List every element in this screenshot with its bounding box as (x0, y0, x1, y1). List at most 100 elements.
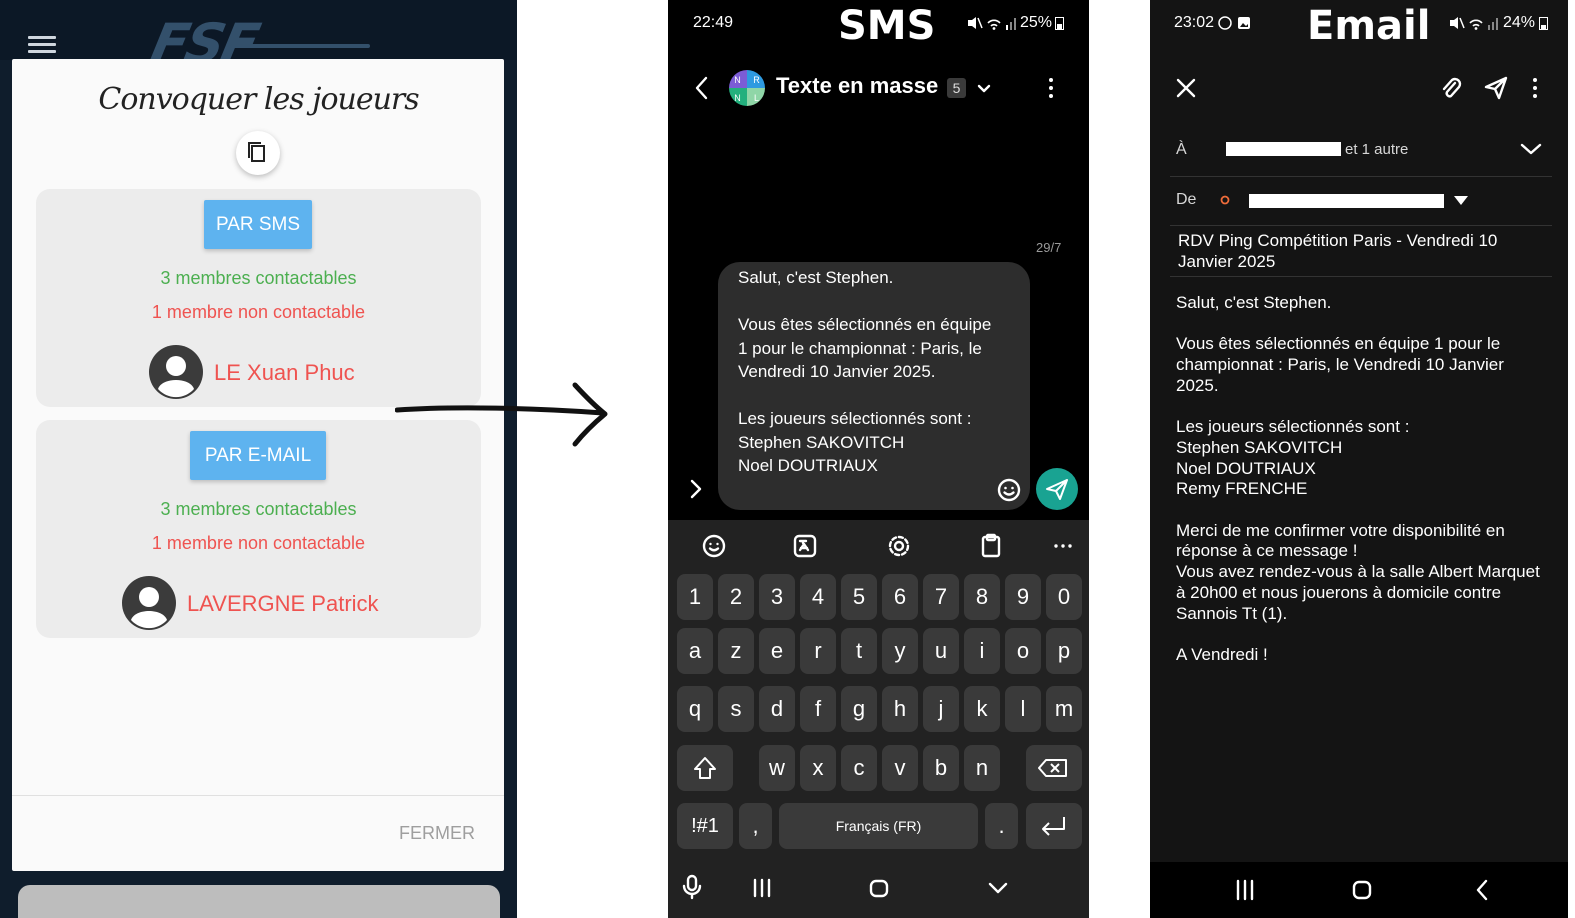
sms-panel: 22:49 SMS 25% N R N L Texte en masse 5 2… (668, 0, 1089, 918)
send-icon (1046, 479, 1068, 500)
key-f[interactable]: f (800, 686, 836, 732)
key-o[interactable]: o (1005, 628, 1041, 674)
key-t[interactable]: t (841, 628, 877, 674)
svg-text:N: N (734, 75, 741, 85)
emoji-icon[interactable] (997, 478, 1021, 502)
divider (1170, 176, 1552, 177)
sms-contactable-count: 3 membres contactables (160, 268, 357, 288)
comma-key[interactable]: , (739, 803, 772, 849)
microphone-icon[interactable] (680, 870, 704, 906)
logo-plane-decoration (230, 44, 370, 48)
key-m[interactable]: m (1046, 686, 1082, 732)
group-avatar: N R N L (729, 70, 765, 106)
backspace-icon (1038, 759, 1067, 777)
more-options-icon[interactable] (1043, 76, 1059, 100)
close-icon[interactable] (1174, 76, 1198, 100)
key-p[interactable]: p (1046, 628, 1082, 674)
key-k[interactable]: k (964, 686, 1000, 732)
expand-icon[interactable] (688, 478, 704, 500)
key-1[interactable]: 1 (677, 574, 713, 620)
send-button[interactable] (1036, 468, 1078, 510)
key-g[interactable]: g (841, 686, 877, 732)
key-j[interactable]: j (923, 686, 959, 732)
email-subject[interactable]: RDV Ping Compétition Paris - Vendredi 10… (1178, 230, 1538, 272)
email-button[interactable]: PAR E-MAIL (190, 431, 326, 480)
more-keyboard-options-icon[interactable] (1047, 530, 1079, 562)
key-y[interactable]: y (882, 628, 918, 674)
key-u[interactable]: u (923, 628, 959, 674)
attachment-icon[interactable] (1439, 75, 1463, 101)
divider (1170, 276, 1552, 277)
clipboard-icon[interactable] (975, 530, 1007, 562)
shift-key[interactable] (677, 745, 733, 791)
back-icon[interactable] (692, 75, 712, 101)
key-8[interactable]: 8 (964, 574, 1000, 620)
key-2[interactable]: 2 (718, 574, 754, 620)
key-7[interactable]: 7 (923, 574, 959, 620)
background-card (18, 885, 500, 918)
key-w[interactable]: w (759, 745, 795, 791)
period-key[interactable]: . (985, 803, 1018, 849)
key-i[interactable]: i (964, 628, 1000, 674)
status-time: 22:49 (693, 14, 734, 31)
key-l[interactable]: l (1005, 686, 1041, 732)
key-3[interactable]: 3 (759, 574, 795, 620)
sms-non-contactable-member: LE Xuan Phuc (214, 360, 355, 385)
to-extra-recipients[interactable]: et 1 autre (1345, 141, 1408, 158)
dialog-divider (12, 795, 504, 796)
key-z[interactable]: z (718, 628, 754, 674)
key-a[interactable]: a (677, 628, 713, 674)
hide-keyboard-icon[interactable] (986, 870, 1010, 906)
key-h[interactable]: h (882, 686, 918, 732)
enter-key[interactable] (1026, 803, 1082, 849)
chevron-down-icon[interactable] (1519, 140, 1543, 158)
translate-icon[interactable] (789, 530, 821, 562)
key-e[interactable]: e (759, 628, 795, 674)
key-d[interactable]: d (759, 686, 795, 732)
recent-apps-icon[interactable] (1233, 875, 1257, 905)
enter-icon (1042, 817, 1065, 836)
key-6[interactable]: 6 (882, 574, 918, 620)
settings-gear-icon[interactable] (883, 530, 915, 562)
dropdown-arrow-icon[interactable] (1452, 193, 1470, 207)
key-s[interactable]: s (718, 686, 754, 732)
conversation-title[interactable]: Texte en masse (776, 73, 938, 99)
status-icons (1450, 17, 1498, 30)
back-icon[interactable] (1472, 875, 1492, 905)
sms-button[interactable]: PAR SMS (204, 200, 312, 249)
home-icon[interactable] (868, 870, 892, 906)
key-v[interactable]: v (882, 745, 918, 791)
key-4[interactable]: 4 (800, 574, 836, 620)
recent-apps-icon[interactable] (750, 870, 774, 906)
keyboard-emoji-icon[interactable] (698, 530, 730, 562)
email-non-contactable-member: LAVERGNE Patrick (187, 591, 379, 616)
key-n[interactable]: n (964, 745, 1000, 791)
key-c[interactable]: c (841, 745, 877, 791)
symbols-key[interactable]: !#1 (677, 803, 733, 849)
key-0[interactable]: 0 (1046, 574, 1082, 620)
close-button[interactable]: FERMER (399, 823, 475, 844)
email-panel: 23:02 Email 24% À et 1 autre De RDV Ping… (1150, 0, 1568, 918)
key-q[interactable]: q (677, 686, 713, 732)
key-r[interactable]: r (800, 628, 836, 674)
to-label: À (1176, 141, 1187, 158)
menu-icon[interactable] (28, 36, 56, 54)
shift-icon (694, 757, 716, 779)
arrow-icon (395, 382, 608, 447)
chevron-down-icon[interactable] (976, 80, 992, 96)
app-panel: FSF Convoquer les joueurs PAR SMS 3 memb… (0, 0, 517, 918)
redacted-recipient (1226, 142, 1341, 156)
home-icon[interactable] (1351, 875, 1375, 905)
email-body[interactable]: Salut, c'est Stephen. Vous êtes sélectio… (1176, 293, 1546, 666)
send-icon[interactable] (1483, 75, 1509, 101)
backspace-key[interactable] (1026, 745, 1082, 791)
key-9[interactable]: 9 (1005, 574, 1041, 620)
key-b[interactable]: b (923, 745, 959, 791)
key-x[interactable]: x (800, 745, 836, 791)
space-key[interactable]: Français (FR) (779, 803, 978, 849)
svg-text:R: R (753, 75, 760, 85)
more-options-icon[interactable] (1527, 76, 1543, 100)
copy-button[interactable] (236, 131, 280, 175)
key-5[interactable]: 5 (841, 574, 877, 620)
message-input[interactable]: Salut, c'est Stephen. Vous êtes sélectio… (718, 262, 1030, 510)
